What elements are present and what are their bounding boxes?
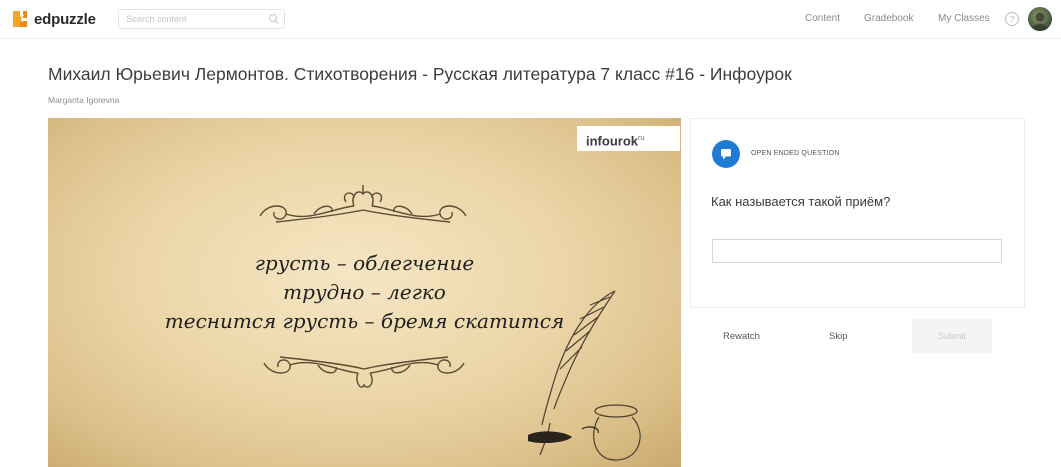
bottom-ornament-icon bbox=[263, 356, 465, 388]
nav-my-classes-link[interactable]: My Classes bbox=[938, 13, 990, 24]
rewatch-button[interactable]: Rewatch bbox=[723, 331, 760, 342]
video-brand-name: infourok bbox=[586, 133, 638, 149]
edpuzzle-logo[interactable]: edpuzzle bbox=[10, 8, 96, 30]
top-navigation-bar: edpuzzle Content Gradebook My Classes ? bbox=[0, 0, 1061, 39]
brand-name: edpuzzle bbox=[34, 10, 96, 28]
video-text-line-1: грусть – облегчение bbox=[254, 251, 475, 275]
puzzle-logo-icon bbox=[13, 11, 27, 27]
user-avatar[interactable] bbox=[1028, 7, 1052, 31]
lesson-title: Михаил Юрьевич Лермонтов. Стихотворения … bbox=[48, 64, 792, 84]
question-type-label: OPEN ENDED QUESTION bbox=[751, 150, 840, 157]
avatar-photo-icon bbox=[1032, 12, 1048, 31]
svg-text:?: ? bbox=[1009, 14, 1014, 24]
submit-button[interactable]: Submit bbox=[912, 319, 992, 353]
search-input[interactable] bbox=[118, 9, 285, 29]
video-brand-watermark: infourokru bbox=[577, 126, 680, 151]
speech-bubble-icon bbox=[721, 149, 731, 160]
nav-gradebook-link[interactable]: Gradebook bbox=[864, 13, 913, 24]
nav-content-link[interactable]: Content bbox=[805, 13, 840, 24]
question-type-badge bbox=[712, 140, 740, 168]
question-card bbox=[690, 118, 1025, 308]
top-ornament-icon bbox=[259, 185, 467, 223]
lesson-author[interactable]: Margarita Igorevna bbox=[48, 95, 119, 105]
video-brand-suffix: ru bbox=[638, 135, 645, 142]
search-icon[interactable] bbox=[268, 13, 280, 25]
answer-input[interactable] bbox=[712, 239, 1002, 263]
help-icon[interactable]: ? bbox=[1004, 11, 1020, 27]
skip-button[interactable]: Skip bbox=[829, 331, 847, 342]
quill-and-inkwell-icon bbox=[528, 290, 641, 461]
question-text: Как называется такой приём? bbox=[711, 194, 891, 209]
